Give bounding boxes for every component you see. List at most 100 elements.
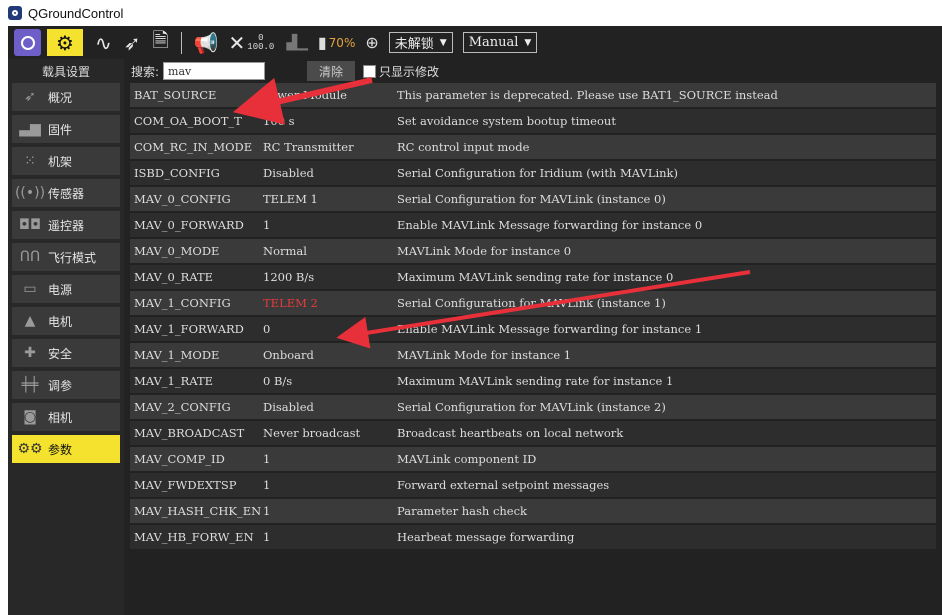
param-value: 1 <box>263 504 271 518</box>
analyze-icon: 🗎 <box>152 27 169 52</box>
search-input[interactable] <box>163 62 266 80</box>
table-row[interactable]: COM_OA_BOOT_T 100 s Set avoidance system b… <box>130 109 936 133</box>
table-row[interactable]: MAV_HASH_CHK_EN 1 Parameter hash check <box>130 499 936 523</box>
sidebar-item-safety[interactable]: ✚ 安全 <box>12 339 120 367</box>
camera-icon: ◙ <box>23 409 37 425</box>
param-description: RC control input mode <box>397 140 530 154</box>
param-description: Serial Configuration for MAVLink (instan… <box>397 400 666 414</box>
parameters-panel: 搜索: 清除 只显示修改 BAT_SOURCE Power Module This … <box>124 59 942 615</box>
parameter-table: BAT_SOURCE Power Module This parameter is … <box>130 83 936 551</box>
sidebar-header: 载具设置 <box>41 64 90 79</box>
param-value: Onboard <box>263 348 314 362</box>
param-description: Maximum MAVLink sending rate for instanc… <box>397 270 674 284</box>
table-row[interactable]: MAV_1_CONFIG TELEM 2 Serial Configuration … <box>130 291 936 315</box>
sidebar-item-airframe[interactable]: ⁙ 机架 <box>12 147 120 175</box>
sidebar-item-motors[interactable]: ▲ 电机 <box>12 307 120 335</box>
param-description: Set avoidance system bootup timeout <box>397 114 616 128</box>
fly-view-button[interactable]: ➶ <box>124 31 141 55</box>
table-row[interactable]: MAV_0_RATE 1200 B/s Maximum MAVLink sendin… <box>130 265 936 289</box>
vehicle-setup-button[interactable]: ⚙ <box>47 29 83 56</box>
param-description: MAVLink Mode for instance 1 <box>397 348 572 362</box>
param-name: MAV_1_MODE <box>134 348 220 362</box>
sidebar-item-firmware[interactable]: ▃▆ 固件 <box>12 115 120 143</box>
gps-count: 0 100.0 <box>247 33 275 52</box>
battery-indicator[interactable]: ▮ <box>318 33 327 52</box>
show-modified-checkbox[interactable] <box>363 64 377 78</box>
table-row[interactable]: MAV_1_RATE 0 B/s Maximum MAVLink sending r… <box>130 369 936 393</box>
motor-icon: ▲ <box>24 313 36 329</box>
power-icon: ▭ <box>23 281 37 297</box>
paper-plane-icon: ➶ <box>123 30 141 55</box>
target-icon: ⊕ <box>365 33 379 52</box>
param-name: MAV_COMP_ID <box>134 452 225 466</box>
param-description: Maximum MAVLink sending rate for instanc… <box>397 374 674 388</box>
sidebar-item-power[interactable]: ▭ 电源 <box>12 275 120 303</box>
param-name: MAV_HB_FORW_EN <box>134 530 254 544</box>
qgc-home-button[interactable] <box>14 29 41 56</box>
param-value: 1200 B/s <box>263 270 315 284</box>
param-name: MAV_BROADCAST <box>134 426 245 440</box>
sidebar-item-label: 调参 <box>48 378 73 393</box>
param-value: Disabled <box>263 400 314 414</box>
gps-indicator[interactable]: ✕ <box>229 31 246 55</box>
table-row[interactable]: ISBD_CONFIG Disabled Serial Configuration … <box>130 161 936 185</box>
param-name: ISBD_CONFIG <box>134 166 220 180</box>
parameters-icon: ⚙⚙ <box>17 441 43 457</box>
airframe-icon: ⁙ <box>24 153 36 169</box>
param-name: MAV_1_RATE <box>134 374 214 388</box>
param-name: MAV_FWDEXTSP <box>134 478 237 492</box>
rtk-indicator[interactable]: ⊕ <box>365 33 378 52</box>
table-row[interactable]: MAV_FWDEXTSP 1 Forward external setpoint m… <box>130 473 936 497</box>
arm-status-dropdown[interactable]: 未解锁 ▼ <box>388 32 453 53</box>
sidebar-item-label: 概况 <box>48 90 73 105</box>
param-value: RC Transmitter <box>263 140 354 154</box>
table-row[interactable]: MAV_HB_FORW_EN 1 Hearbeat message forwardi… <box>130 525 936 549</box>
param-name: MAV_1_FORWARD <box>134 322 244 336</box>
sidebar-item-tuning[interactable]: ╪╪ 调参 <box>12 371 120 399</box>
qgc-logo-icon <box>20 35 35 50</box>
table-row[interactable]: MAV_1_MODE Onboard MAVLink Mode for instan… <box>130 343 936 367</box>
table-row[interactable]: COM_RC_IN_MODE RC Transmitter RC control i… <box>130 135 936 159</box>
sidebar-item-camera[interactable]: ◙ 相机 <box>12 403 120 431</box>
param-name: MAV_0_RATE <box>134 270 214 284</box>
sidebar-item-label: 电机 <box>48 314 73 329</box>
sidebar-item-label: 电源 <box>48 282 73 297</box>
table-row[interactable]: MAV_2_CONFIG Disabled Serial Configuration… <box>130 395 936 419</box>
table-row[interactable]: BAT_SOURCE Power Module This parameter is … <box>130 83 936 107</box>
param-name: MAV_0_CONFIG <box>134 192 231 206</box>
firmware-icon: ▃▆ <box>19 121 41 137</box>
table-row[interactable]: MAV_0_MODE Normal MAVLink Mode for instanc… <box>130 239 936 263</box>
gps-hdop: 100.0 <box>247 41 275 52</box>
flight-mode-dropdown[interactable]: Manual ▼ <box>462 32 538 53</box>
table-row[interactable]: MAV_1_FORWARD 0 Enable MAVLink Message for… <box>130 317 936 341</box>
toolbar-divider <box>180 31 182 54</box>
table-row[interactable]: MAV_0_FORWARD 1 Enable MAVLink Message for… <box>130 213 936 237</box>
sidebar-item-radio[interactable]: ◘◘ 遥控器 <box>12 211 120 239</box>
param-value: TELEM 2 <box>263 296 318 310</box>
clear-button[interactable]: 清除 <box>307 61 356 81</box>
sidebar-item-parameters[interactable]: ⚙⚙ 参数 <box>12 435 120 463</box>
gears-icon: ⚙ <box>56 30 74 55</box>
param-description: Broadcast heartbeats on local network <box>397 426 624 440</box>
sidebar-item-flight-modes[interactable]: ՈՈ 飞行模式 <box>12 243 120 271</box>
sidebar-item-label: 传感器 <box>48 186 85 201</box>
param-description: MAVLink Mode for instance 0 <box>397 244 572 258</box>
messages-button[interactable]: 📢 <box>194 31 219 55</box>
rc-rssi-indicator[interactable]: ▟▁ <box>286 35 308 51</box>
megaphone-icon: 📢 <box>193 30 219 55</box>
sidebar-item-summary[interactable]: ➶ 概况 <box>12 83 120 111</box>
table-row[interactable]: MAV_COMP_ID 1 MAVLink component ID <box>130 447 936 471</box>
param-value: Power Module <box>263 88 347 102</box>
plan-route-button[interactable]: ∿ <box>95 31 112 55</box>
setup-sidebar: 载具设置 ➶ 概况 ▃▆ 固件 ⁙ 机架 ((•)) 传感器 ◘◘ 遥控器 ՈՈ 飞行模式 … <box>8 59 124 615</box>
table-row[interactable]: MAV_BROADCAST Never broadcast Broadcast he… <box>130 421 936 445</box>
table-row[interactable]: MAV_0_CONFIG TELEM 1 Serial Configuration … <box>130 187 936 211</box>
sidebar-item-sensors[interactable]: ((•)) 传感器 <box>12 179 120 207</box>
rc-signal-icon: ▟▁ <box>286 34 308 51</box>
safety-icon: ✚ <box>24 345 36 361</box>
param-name: MAV_0_MODE <box>134 244 220 258</box>
analyze-button[interactable]: 🗎 <box>153 26 169 60</box>
param-value: Never broadcast <box>263 426 361 440</box>
param-value: TELEM 1 <box>263 192 318 206</box>
paper-plane-icon: ➶ <box>24 89 36 105</box>
